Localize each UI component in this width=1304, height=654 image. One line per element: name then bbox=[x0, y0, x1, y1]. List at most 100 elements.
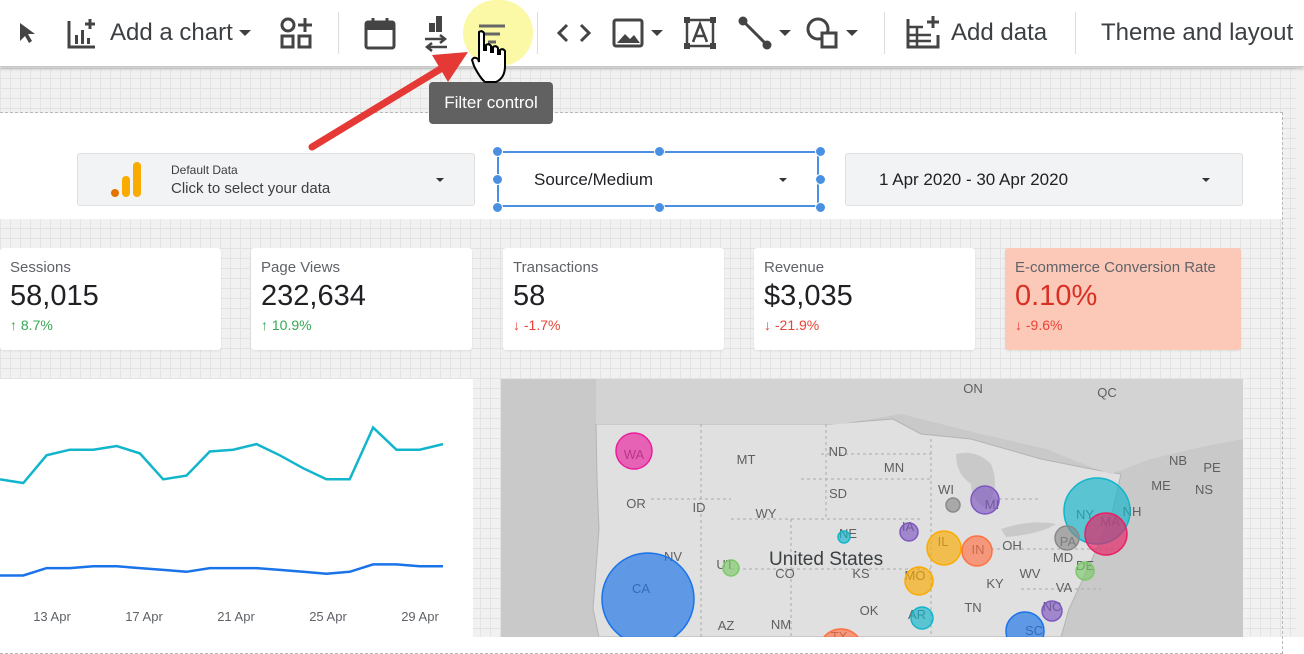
map-bubble-in[interactable] bbox=[961, 535, 993, 567]
toolbar: Add a chart Add data Theme and layout bbox=[0, 0, 1304, 67]
map-bubble-mi[interactable] bbox=[970, 485, 1000, 515]
region-label: OK bbox=[860, 603, 879, 618]
region-label: ON bbox=[963, 381, 983, 396]
embed-url-button[interactable] bbox=[556, 0, 592, 66]
map-bubble-pa[interactable] bbox=[1054, 525, 1080, 551]
map-bubble-wa[interactable] bbox=[615, 432, 653, 470]
x-tick-label: 25 Apr bbox=[309, 609, 347, 624]
select-tool-button[interactable] bbox=[17, 0, 39, 66]
add-data-label: Add data bbox=[951, 19, 1048, 46]
controls-icon bbox=[280, 17, 312, 49]
shape-icon bbox=[806, 17, 838, 49]
arrow-up-icon: ↑ bbox=[261, 317, 268, 333]
map-bubble-ne[interactable] bbox=[837, 530, 851, 544]
text-box-icon bbox=[684, 17, 716, 49]
vertical-scrollbar[interactable] bbox=[1296, 68, 1304, 637]
text-button[interactable] bbox=[683, 0, 717, 66]
time-series-plot: 13 Apr 17 Apr 21 Apr 25 Apr 29 Apr bbox=[0, 425, 444, 624]
x-tick-label: 29 Apr bbox=[401, 609, 439, 624]
resize-handle[interactable] bbox=[815, 146, 826, 157]
resize-handle[interactable] bbox=[654, 202, 665, 213]
scorecard-transactions[interactable]: Transactions 58 ↓ -1.7% bbox=[503, 248, 724, 350]
resize-handle[interactable] bbox=[492, 202, 503, 213]
scorecard-value: 0.10% bbox=[1015, 280, 1098, 312]
map-bubble-wi[interactable] bbox=[945, 497, 961, 513]
scorecard-label: Revenue bbox=[764, 259, 825, 276]
map-bubble-ia[interactable] bbox=[899, 522, 919, 542]
add-control-button[interactable] bbox=[279, 0, 313, 66]
time-series-chart[interactable]: 13 Apr 17 Apr 21 Apr 25 Apr 29 Apr bbox=[0, 379, 473, 637]
image-button[interactable] bbox=[611, 0, 663, 66]
pointer-icon bbox=[20, 23, 35, 43]
resize-handle[interactable] bbox=[492, 174, 503, 185]
chevron-down-icon bbox=[1202, 178, 1210, 182]
map-bubble-de[interactable] bbox=[1075, 561, 1095, 581]
region-label: OR bbox=[626, 496, 646, 511]
series-line-2 bbox=[0, 563, 443, 577]
scorecard-delta: ↑ 8.7% bbox=[10, 317, 53, 333]
scorecard-delta: ↓ -1.7% bbox=[513, 317, 561, 333]
filter-icon bbox=[479, 24, 505, 44]
line-button[interactable] bbox=[737, 0, 791, 66]
chevron-down-icon bbox=[779, 178, 787, 182]
chevron-down-icon bbox=[238, 30, 251, 36]
data-control-icon bbox=[424, 16, 448, 52]
scorecard-page-views[interactable]: Page Views 232,634 ↑ 10.9% bbox=[251, 248, 472, 350]
scorecard-label: Transactions bbox=[513, 259, 599, 276]
scorecard-sessions[interactable]: Sessions 58,015 ↑ 8.7% bbox=[0, 248, 221, 350]
chevron-down-icon bbox=[651, 30, 663, 36]
filter-control-source-medium[interactable]: Source/Medium bbox=[497, 151, 819, 207]
x-tick-label: 13 Apr bbox=[33, 609, 71, 624]
scorecard-label: E-commerce Conversion Rate bbox=[1015, 259, 1216, 276]
map-country-label: United States bbox=[769, 549, 884, 570]
series-line-1 bbox=[0, 425, 444, 485]
date-range-control[interactable]: 1 Apr 2020 - 30 Apr 2020 bbox=[845, 153, 1243, 206]
x-tick-label: 17 Apr bbox=[125, 609, 163, 624]
code-icon bbox=[556, 23, 592, 43]
resize-handle[interactable] bbox=[492, 146, 503, 157]
shape-button[interactable] bbox=[804, 0, 858, 66]
toolbar-divider bbox=[884, 12, 885, 54]
add-chart-icon bbox=[67, 19, 95, 49]
theme-layout-label: Theme and layout bbox=[1101, 19, 1294, 46]
resize-handle[interactable] bbox=[815, 174, 826, 185]
scorecard-value: $3,035 bbox=[764, 280, 853, 312]
scorecard-value: 58,015 bbox=[10, 280, 99, 312]
scorecard-revenue[interactable]: Revenue $3,035 ↓ -21.9% bbox=[754, 248, 975, 350]
data-source-subtitle: Click to select your data bbox=[171, 180, 331, 197]
add-chart-button[interactable]: Add a chart bbox=[66, 0, 251, 66]
theme-layout-button[interactable]: Theme and layout bbox=[1101, 0, 1293, 66]
region-label: MD bbox=[1053, 550, 1073, 565]
date-range-button[interactable] bbox=[363, 0, 397, 66]
region-label: ME bbox=[1151, 478, 1171, 493]
region-label: WY bbox=[756, 506, 777, 521]
region-label: NM bbox=[771, 617, 791, 632]
region-label: VA bbox=[1056, 580, 1073, 595]
filter-control-button[interactable] bbox=[476, 0, 508, 66]
map-bubble-nc[interactable] bbox=[1041, 600, 1063, 622]
resize-handle[interactable] bbox=[815, 202, 826, 213]
add-data-icon bbox=[906, 16, 940, 49]
region-label: AZ bbox=[718, 618, 735, 633]
resize-handle[interactable] bbox=[654, 146, 665, 157]
add-data-button[interactable]: Add data bbox=[905, 0, 1047, 66]
region-label: MN bbox=[884, 460, 904, 475]
chevron-down-icon bbox=[436, 178, 444, 182]
scorecard-conversion-rate[interactable]: E-commerce Conversion Rate 0.10% ↓ -9.6% bbox=[1005, 248, 1241, 350]
region-label: ID bbox=[693, 500, 706, 515]
region-label: TN bbox=[964, 600, 981, 615]
scorecard-label: Page Views bbox=[261, 259, 340, 276]
region-label: QC bbox=[1097, 385, 1117, 400]
region-label: PE bbox=[1203, 460, 1221, 475]
map-bubble-ut[interactable] bbox=[722, 559, 740, 577]
map-bubble-il[interactable] bbox=[926, 530, 962, 566]
map-bubble-ca[interactable] bbox=[601, 552, 695, 637]
map-bubble-ar[interactable] bbox=[910, 606, 934, 630]
map-bubble-mo[interactable] bbox=[904, 566, 934, 596]
data-source-control[interactable]: Default Data Click to select your data bbox=[77, 153, 475, 206]
us-map: ONQCMTNDMNSDWYIDORNVUTCOKSNENMAZOKTXMOAR… bbox=[592, 379, 1243, 637]
geo-map-chart[interactable]: ONQCMTNDMNSDWYIDORNVUTCOKSNENMAZOKTXMOAR… bbox=[501, 379, 1243, 637]
data-control-button[interactable] bbox=[421, 0, 451, 66]
filter-control-tooltip: Filter control bbox=[429, 82, 553, 124]
map-bubble-ma[interactable] bbox=[1084, 512, 1128, 556]
